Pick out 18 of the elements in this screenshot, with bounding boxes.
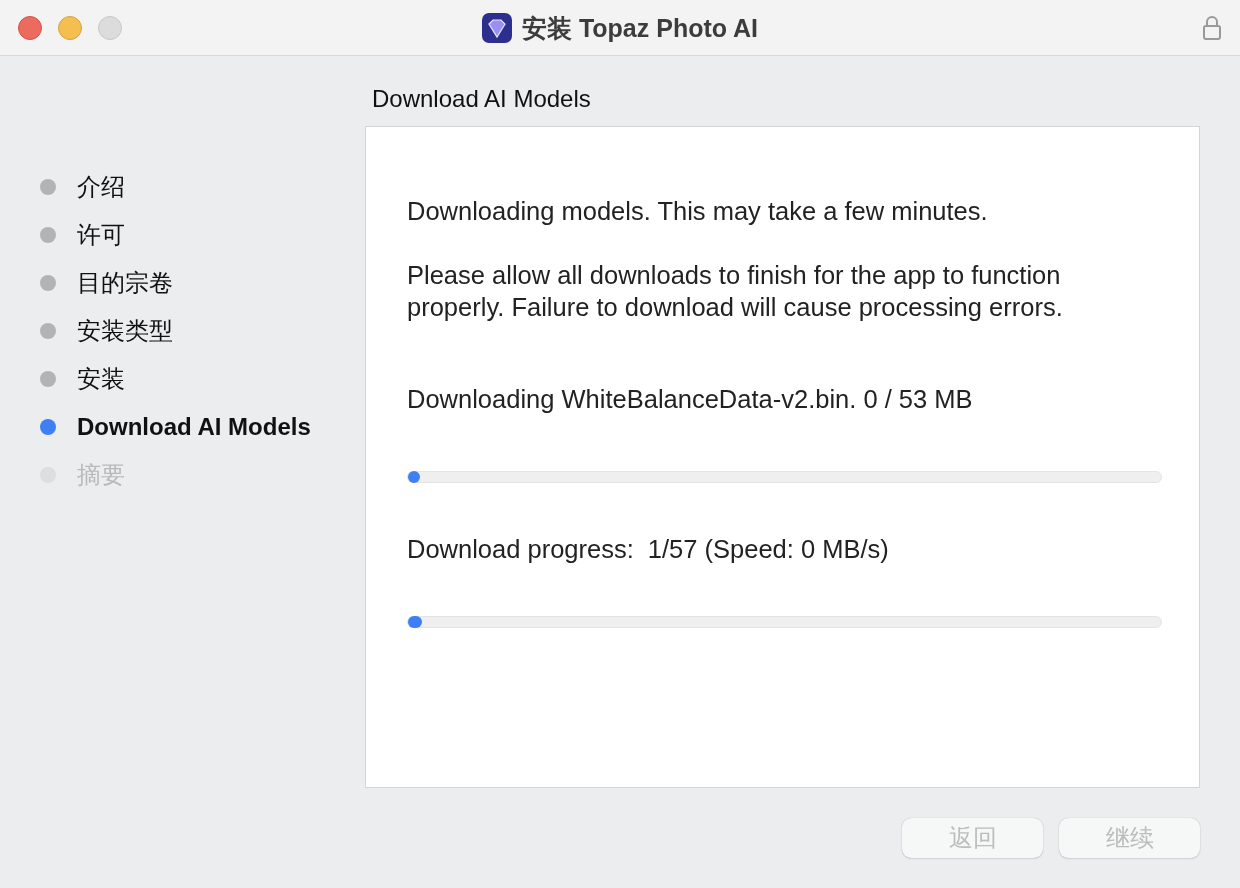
window-title: 安装 Topaz Photo AI — [521, 12, 759, 44]
step-label: Download AI Models — [77, 412, 311, 441]
minimize-button[interactable] — [58, 15, 82, 40]
page-title: Download AI Models — [372, 84, 592, 114]
step-label: 目的宗卷 — [77, 267, 173, 298]
status-text: Downloading models. This may take a few minutes. — [407, 196, 989, 227]
file-status-text: Downloading WhiteBalanceData-v2.bin. 0 / 53 MB — [407, 384, 974, 415]
step-label: 许可 — [77, 219, 125, 250]
step-label: 安装类型 — [77, 315, 173, 346]
step-label: 安装 — [77, 363, 125, 394]
zoom-button[interactable] — [98, 15, 122, 40]
notice-text: Please allow all downloads to finish for the app to function properly. Failure to download will cause processing errors. — [407, 260, 1064, 323]
progress-label: Download progress: — [407, 534, 634, 565]
close-button[interactable] — [18, 15, 42, 40]
step-label: 介绍 — [77, 171, 125, 202]
lock-icon — [1202, 14, 1222, 41]
gem-icon — [481, 13, 512, 43]
progress-value: 1/57 (Speed: 0 MB/s) — [647, 534, 889, 565]
